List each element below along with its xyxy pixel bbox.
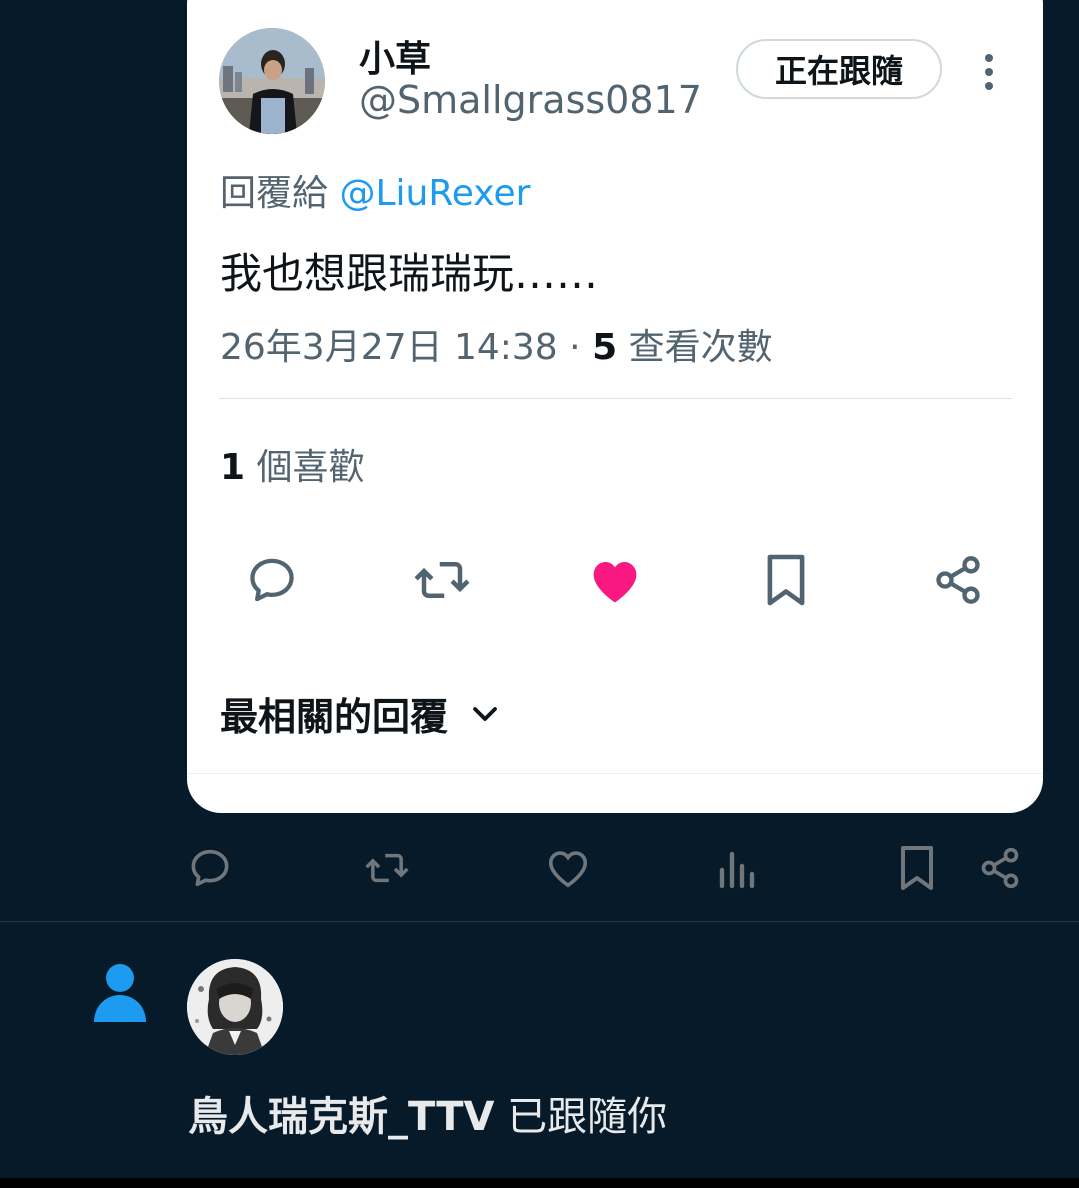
retweet-icon [365,853,409,883]
likes-label: 個喜歡 [256,447,365,488]
author-avatar[interactable] [219,28,325,134]
reply-prefix: 回覆給 [220,173,329,214]
card-bottom-divider [187,773,1043,774]
reply-icon [191,849,229,887]
retweet-button[interactable] [412,550,472,610]
outer-share-button[interactable] [977,845,1023,891]
reply-button[interactable] [242,550,302,610]
bookmark-icon [767,554,805,606]
bottom-edge [0,1178,1079,1188]
following-button[interactable]: 正在跟隨 [736,39,942,99]
share-icon [936,556,980,604]
outer-reply-button[interactable] [187,845,233,891]
replies-sort-label: 最相關的回覆 [220,695,449,739]
share-icon [981,847,1019,889]
views-icon [719,851,755,889]
more-options-icon[interactable] [977,52,1001,92]
likes-summary[interactable]: 1 個喜歡 [220,438,365,490]
meta-separator: · [557,327,593,368]
outer-like-button[interactable] [545,845,591,891]
like-icon [593,562,637,603]
reply-mention-link[interactable]: @LiuRexer [339,173,530,214]
views-label: 查看次數 [628,327,773,368]
views-count: 5 [592,327,618,368]
outer-views-button[interactable] [715,845,761,891]
reply-icon [250,558,294,602]
reply-context: 回覆給 @LiuRexer [220,164,530,216]
share-button[interactable] [928,550,988,610]
author-display-name[interactable]: 小草 [359,30,431,82]
tweet-meta: 26年3月27日 14:38 · 5 查看次數 [220,318,773,370]
divider [219,398,1012,399]
bookmark-button[interactable] [756,550,816,610]
notification-text: 鳥人瑞克斯_TTV 已跟隨你 [188,1084,667,1142]
follower-avatar[interactable] [187,959,283,1055]
follower-name[interactable]: 鳥人瑞克斯_TTV [188,1094,494,1140]
outer-bookmark-button[interactable] [894,845,940,891]
author-handle[interactable]: @Smallgrass0817 [359,78,702,122]
bookmark-icon [901,846,933,890]
like-icon [548,851,588,888]
divider [0,921,1079,922]
quoted-tweet-card[interactable]: 小草 @Smallgrass0817 正在跟隨 回覆給 @LiuRexer 我也… [187,0,1043,813]
replies-sort-dropdown[interactable]: 最相關的回覆 [220,686,500,741]
person-icon [94,964,146,1022]
likes-count: 1 [220,447,246,488]
chevron-down-icon [473,706,497,721]
like-button[interactable] [585,550,645,610]
notifications-screen: 小草 @Smallgrass0817 正在跟隨 回覆給 @LiuRexer 我也… [0,0,1079,1188]
notification-action-text: 已跟隨你 [494,1094,668,1140]
retweet-icon [414,562,470,598]
tweet-timestamp[interactable]: 26年3月27日 14:38 [220,327,558,368]
outer-retweet-button[interactable] [364,845,410,891]
tweet-text: 我也想跟瑞瑞玩…… [220,249,599,298]
